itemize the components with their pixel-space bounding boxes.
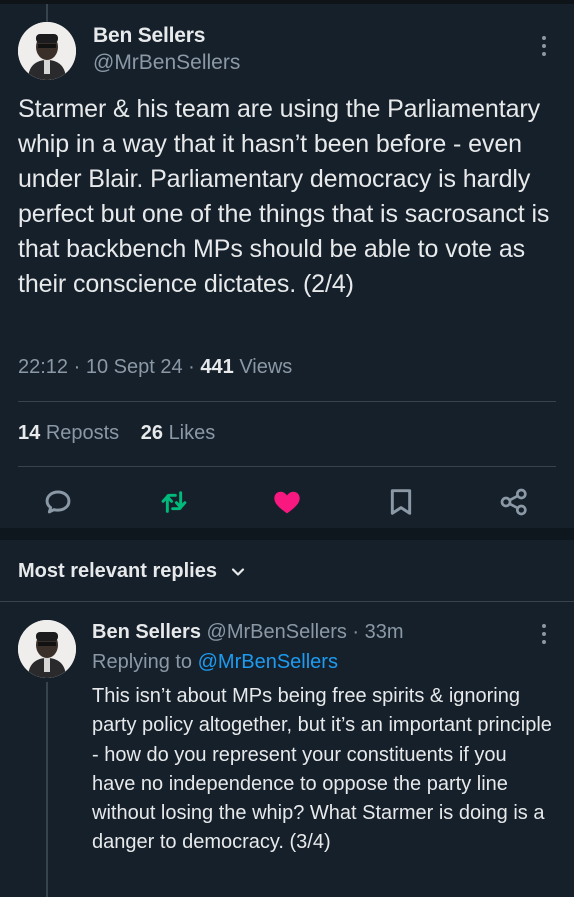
replies-sort-label: Most relevant replies bbox=[18, 560, 217, 582]
replying-to: Replying to @MrBenSellers bbox=[92, 651, 338, 674]
tweet-meta: 22:12 · 10 Sept 24 · 441 Views bbox=[18, 356, 292, 379]
reply-text: This isn’t about MPs being free spirits … bbox=[92, 685, 552, 854]
chevron-down-icon bbox=[231, 560, 245, 583]
heart-icon bbox=[274, 491, 300, 514]
likes-stat[interactable]: 26 Likes bbox=[141, 422, 216, 444]
more-options-icon[interactable] bbox=[540, 36, 548, 60]
top-border bbox=[0, 0, 574, 4]
reply-author-avatar[interactable] bbox=[18, 620, 76, 678]
engagement-stats: 14 Reposts 26 Likes bbox=[18, 422, 215, 445]
avatar-image bbox=[18, 22, 76, 80]
meta-divider bbox=[18, 401, 556, 402]
replies-divider bbox=[0, 601, 574, 602]
share-button[interactable] bbox=[498, 486, 530, 518]
tweet-time[interactable]: 22:12 bbox=[18, 356, 68, 378]
avatar-image bbox=[18, 620, 76, 678]
replies-sort-dropdown[interactable]: Most relevant replies bbox=[18, 560, 245, 583]
reply-separator: · bbox=[352, 621, 365, 643]
tweet-date[interactable]: 10 Sept 24 bbox=[86, 356, 183, 378]
meta-separator: · bbox=[73, 356, 86, 378]
reposts-stat[interactable]: 14 Reposts bbox=[18, 422, 119, 444]
repost-icon bbox=[161, 491, 187, 513]
author-handle[interactable]: @MrBenSellers bbox=[93, 51, 240, 75]
views-label: Views bbox=[239, 356, 293, 378]
reply-author-handle[interactable]: @MrBenSellers bbox=[207, 621, 347, 643]
thread-line-reply bbox=[46, 682, 48, 897]
likes-label: Likes bbox=[168, 422, 216, 444]
reply-author-name[interactable]: Ben Sellers bbox=[92, 621, 201, 643]
reply-more-options-icon[interactable] bbox=[540, 624, 548, 648]
bookmark-button[interactable] bbox=[385, 486, 417, 518]
share-icon bbox=[500, 488, 527, 516]
stats-divider bbox=[18, 466, 556, 467]
author-name[interactable]: Ben Sellers bbox=[93, 24, 205, 48]
action-bar bbox=[0, 486, 574, 518]
meta-separator: · bbox=[188, 356, 201, 378]
reposts-label: Reposts bbox=[45, 422, 120, 444]
replying-to-mention[interactable]: @MrBenSellers bbox=[198, 651, 338, 673]
like-button[interactable] bbox=[271, 486, 303, 518]
likes-count: 26 bbox=[140, 422, 163, 444]
replying-to-label: Replying to bbox=[92, 651, 193, 673]
reply-header: Ben Sellers @MrBenSellers · 33m bbox=[92, 621, 404, 644]
tweet-text: Starmer & his team are using the Parliam… bbox=[18, 95, 550, 298]
reposts-count: 14 bbox=[18, 422, 41, 444]
views-count: 441 bbox=[200, 356, 234, 378]
author-avatar[interactable] bbox=[18, 22, 76, 80]
section-separator bbox=[0, 528, 574, 540]
repost-button[interactable] bbox=[158, 486, 190, 518]
reply-button[interactable] bbox=[42, 486, 74, 518]
reply-icon bbox=[45, 490, 71, 514]
bookmark-icon bbox=[390, 489, 412, 515]
reply-time[interactable]: 33m bbox=[365, 621, 404, 643]
thread-line-top bbox=[46, 4, 48, 22]
